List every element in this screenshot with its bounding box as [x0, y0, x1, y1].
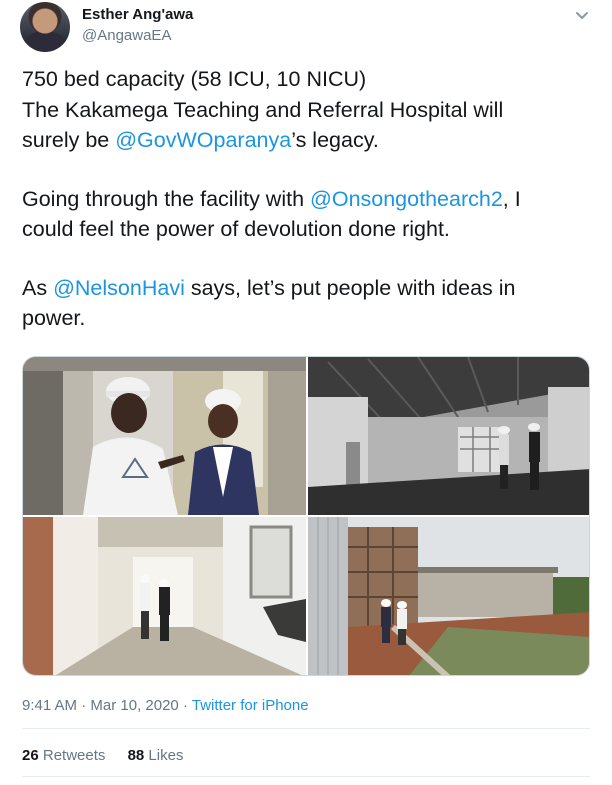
mention-link[interactable]: @GovWOparanya	[115, 128, 291, 152]
tweet-date[interactable]: Mar 10, 2020	[90, 697, 178, 714]
chevron-down-icon[interactable]	[572, 8, 592, 24]
mention-link[interactable]: @NelsonHavi	[53, 276, 185, 300]
likes-label: Likes	[148, 747, 184, 764]
photo-open-floor-interior[interactable]	[308, 357, 590, 515]
tweet-text-fragment: As	[22, 275, 54, 300]
divider	[22, 776, 590, 777]
tweet-stats: 26 Retweets 88 Likes	[22, 747, 201, 764]
tweet-line: could feel the power of devolution done …	[22, 217, 450, 241]
mention-link[interactable]: @Onsongothearch2	[310, 187, 503, 211]
author-name[interactable]: Esther Ang'awa	[82, 6, 193, 23]
tweet-line: 750 bed capacity (58 ICU, 10 NICU)	[22, 67, 367, 91]
tweet-line: The Kakamega Teaching and Referral Hospi…	[22, 97, 504, 122]
likes-count: 88	[127, 747, 145, 764]
tweet-line: Going through the facility with @Onsongo…	[22, 184, 592, 215]
divider	[22, 728, 590, 729]
tweet-text-fragment: , I	[502, 186, 521, 211]
tweet-text-fragment: Going through the facility with	[22, 186, 311, 211]
photo-corridor-walkthrough[interactable]	[23, 517, 306, 676]
tweet-line: power.	[22, 306, 86, 330]
tweet-time[interactable]: 9:41 AM	[22, 697, 77, 714]
retweets-label: Retweets	[42, 747, 106, 764]
retweets-stat[interactable]: 26 Retweets	[22, 747, 105, 764]
photo-construction-site-exterior[interactable]	[308, 517, 590, 676]
tweet-text-fragment: ’s legacy.	[291, 128, 379, 152]
tweet-metadata: 9:41 AM · Mar 10, 2020 · Twitter for iPh…	[22, 697, 309, 714]
tweet-text-fragment: surely be	[22, 128, 116, 152]
author-handle[interactable]: @AngawaEA	[82, 27, 171, 44]
tweet-line: surely be @GovWOparanya’s legacy.	[22, 125, 592, 156]
tweet-text-fragment: says, let’s put people with ideas in	[184, 275, 516, 300]
likes-stat[interactable]: 88 Likes	[128, 747, 184, 764]
avatar[interactable]	[20, 2, 70, 52]
tweet-card: Esther Ang'awa @AngawaEA 750 bed capacit…	[0, 0, 612, 785]
tweet-text: 750 bed capacity (58 ICU, 10 NICU) The K…	[22, 64, 592, 334]
meta-separator: ·	[182, 697, 188, 714]
meta-separator: ·	[81, 697, 87, 714]
photo-hospital-corridor-visit[interactable]	[23, 357, 306, 515]
media-grid	[22, 356, 590, 676]
tweet-source-link[interactable]: Twitter for iPhone	[192, 697, 309, 714]
tweet-line: As @NelsonHavi says, let’s put people wi…	[22, 273, 592, 304]
retweets-count: 26	[22, 747, 39, 764]
